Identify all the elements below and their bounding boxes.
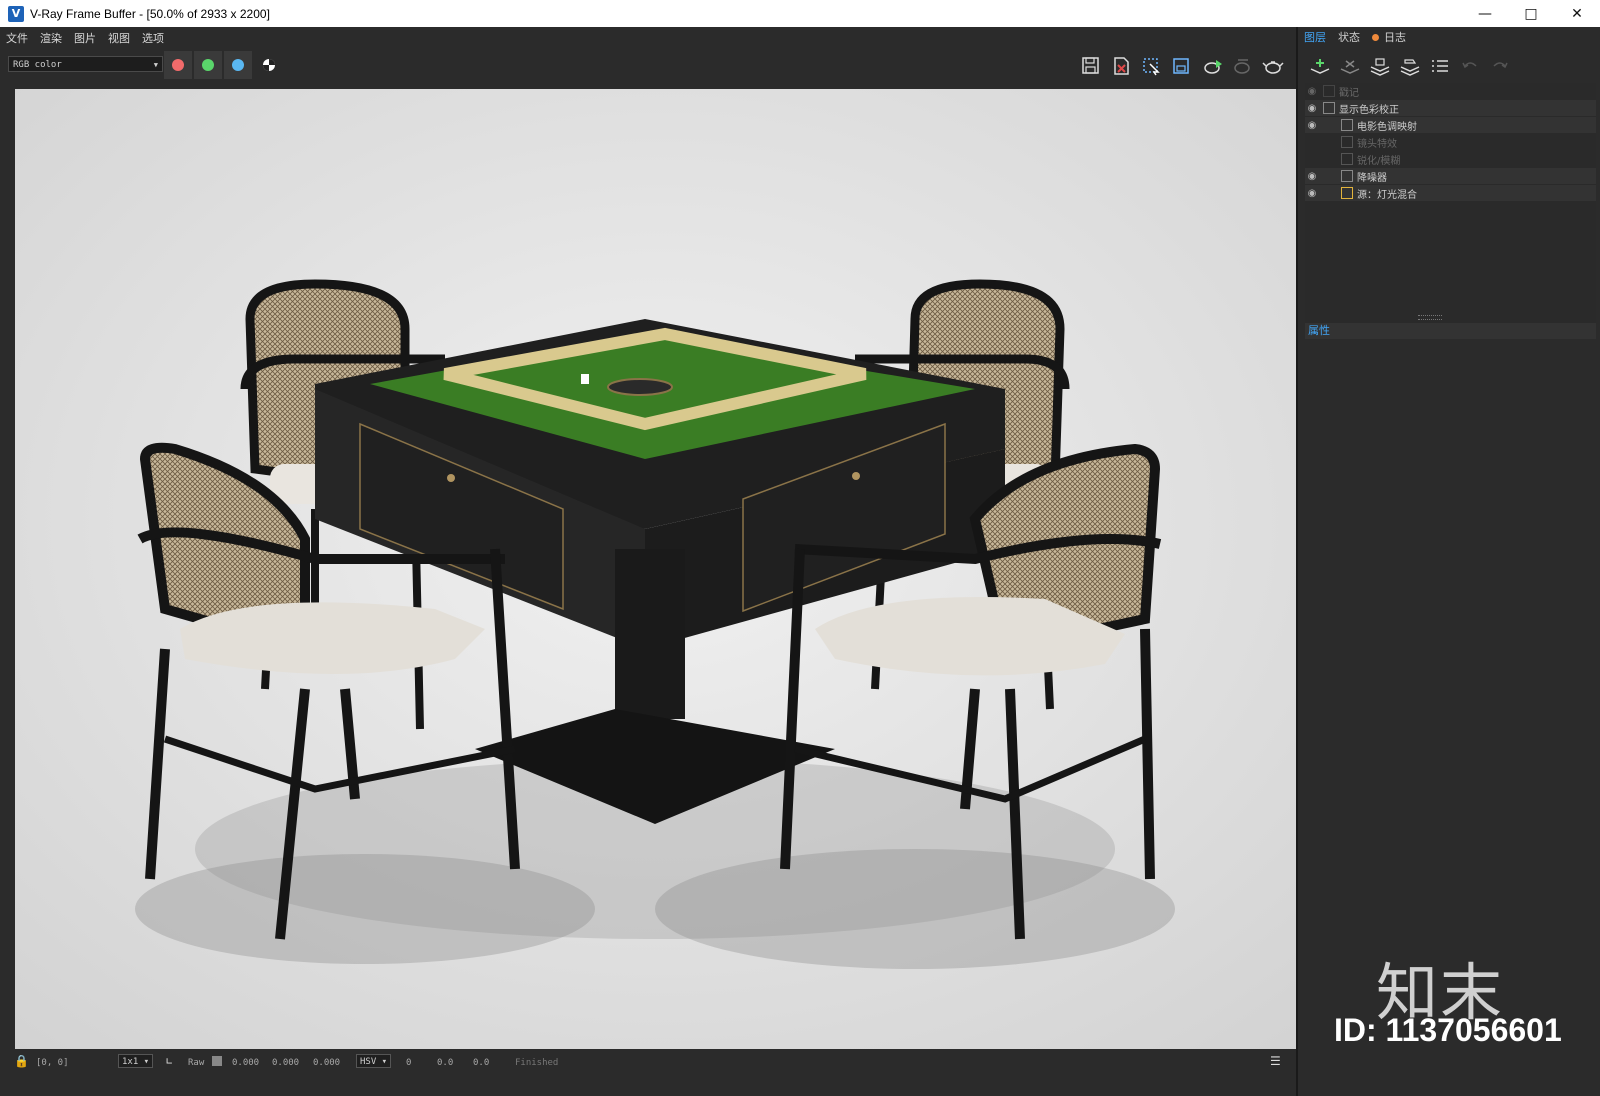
menu-file[interactable]: 文件	[0, 30, 34, 46]
render-last-icon[interactable]	[1232, 55, 1254, 77]
layer-label: 戳记	[1339, 87, 1359, 99]
tab-stats[interactable]: 状态	[1332, 27, 1366, 49]
raw-value-g: 0.000	[272, 1058, 300, 1068]
save-layers-icon[interactable]	[1368, 55, 1392, 79]
coords-readout: [0, 0]	[36, 1058, 69, 1068]
channel-select[interactable]: RGB color ▼	[8, 56, 163, 72]
vray-icon: V	[8, 5, 24, 22]
eye-hidden-icon[interactable]: ◉	[1305, 86, 1319, 97]
add-layer-icon[interactable]	[1308, 55, 1332, 79]
history-icon[interactable]: ☰	[1270, 1054, 1281, 1068]
title-bar: V V-Ray Frame Buffer - [50.0% of 2933 x …	[0, 0, 1600, 27]
chevron-down-icon: ▼	[153, 61, 158, 69]
layer-denoiser[interactable]: ◉ 降噪器	[1305, 168, 1596, 184]
layer-label: 镜头特效	[1357, 138, 1397, 150]
layer-lens-effects[interactable]: 镜头特效	[1305, 134, 1596, 150]
curve-icon: ∟	[166, 1055, 173, 1068]
blue-channel-button[interactable]	[224, 51, 252, 79]
layer-source-lightmix[interactable]: ◉ 源：灯光混合	[1305, 185, 1596, 201]
denoiser-icon	[1341, 170, 1353, 182]
layer-display-correction[interactable]: ◉ 显示色彩校正	[1305, 100, 1596, 116]
layer-list-icon[interactable]	[1428, 55, 1452, 79]
delete-layer-icon[interactable]	[1338, 55, 1362, 79]
maximize-icon[interactable]: □	[1508, 0, 1554, 27]
minimize-icon[interactable]: —	[1462, 0, 1508, 27]
layer-label: 电影色调映射	[1357, 121, 1417, 133]
eye-icon[interactable]: ◉	[1305, 103, 1319, 114]
color-swatch	[212, 1056, 222, 1066]
lock-icon[interactable]: 🔒	[14, 1054, 29, 1068]
sidebar: 图层 状态 日志 ◉ 戳记 ◉ 显示色彩校正 ◉ 电影色调映射 镜头特效 锐化/…	[1296, 27, 1600, 1096]
window-controls: — □ ✕	[1462, 0, 1600, 27]
layer-toolbar	[1308, 55, 1512, 79]
raw-label: Raw	[188, 1058, 205, 1068]
layer-stamp[interactable]: ◉ 戳记	[1305, 83, 1596, 99]
hsv-s: 0.0	[437, 1058, 454, 1068]
raw-value-b: 0.000	[313, 1058, 341, 1068]
panel-splitter[interactable]	[1418, 315, 1442, 320]
sharpen-icon	[1341, 153, 1353, 165]
layer-label: 降噪器	[1357, 172, 1387, 184]
layer-label: 锐化/模糊	[1357, 155, 1401, 167]
blue-dot-icon	[232, 59, 244, 71]
color-mode-value: HSV	[360, 1057, 377, 1067]
layer-label: 显示色彩校正	[1339, 104, 1399, 116]
menu-render[interactable]: 渲染	[34, 30, 68, 46]
properties-header: 属性	[1305, 323, 1596, 339]
layer-checkbox[interactable]	[1323, 85, 1335, 97]
watermark-id: ID: 1137056601	[1334, 1012, 1562, 1048]
layer-sharpen-blur[interactable]: 锐化/模糊	[1305, 151, 1596, 167]
red-channel-button[interactable]	[164, 51, 192, 79]
save-image-icon[interactable]	[1080, 55, 1102, 77]
close-icon[interactable]: ✕	[1554, 0, 1600, 27]
layer-label: 源：灯光混合	[1357, 189, 1417, 201]
toolbar: RGB color ▼	[0, 49, 1322, 81]
channel-select-value: RGB color	[13, 60, 62, 70]
hsv-v: 0.0	[473, 1058, 490, 1068]
menu-image[interactable]: 图片	[68, 30, 102, 46]
lens-effects-icon	[1341, 136, 1353, 148]
interactive-render-icon[interactable]	[1202, 55, 1224, 77]
tonemap-icon	[1341, 119, 1353, 131]
zoom-select[interactable]: 1x1 ▾	[118, 1054, 154, 1068]
eye-icon[interactable]: ◉	[1305, 171, 1319, 182]
lightmix-icon	[1341, 187, 1353, 199]
menu-view[interactable]: 视图	[102, 30, 136, 46]
load-layers-icon[interactable]	[1398, 55, 1422, 79]
render-viewport[interactable]	[0, 81, 1307, 1058]
menu-options[interactable]: 选项	[136, 30, 170, 46]
green-channel-button[interactable]	[194, 51, 222, 79]
zoom-value: 1x1	[122, 1057, 139, 1067]
window-title: V-Ray Frame Buffer - [50.0% of 2933 x 22…	[30, 6, 270, 21]
status-bar: 🔒 [0, 0] 1x1 ▾ ∟ Raw 0.000 0.000 0.000 H…	[0, 1050, 1296, 1096]
undo-icon[interactable]	[1458, 55, 1482, 79]
sidebar-tabs: 图层 状态 日志	[1298, 27, 1600, 49]
hsv-h: 0	[406, 1058, 412, 1068]
clear-image-icon[interactable]	[1110, 55, 1132, 77]
red-dot-icon	[172, 59, 184, 71]
layer-filmic-tonemap[interactable]: ◉ 电影色调映射	[1305, 117, 1596, 133]
color-mode-select[interactable]: HSV ▾	[356, 1054, 392, 1068]
layer-tree: ◉ 戳记 ◉ 显示色彩校正 ◉ 电影色调映射 镜头特效 锐化/模糊 ◉ 降噪器 …	[1305, 83, 1596, 323]
curve-layer-icon	[1323, 102, 1335, 114]
raw-value-r: 0.000	[232, 1058, 260, 1068]
eye-icon[interactable]: ◉	[1305, 188, 1319, 199]
tab-log[interactable]: 日志	[1366, 27, 1412, 49]
redo-icon[interactable]	[1488, 55, 1512, 79]
tab-layers[interactable]: 图层	[1298, 27, 1332, 49]
log-alert-icon	[1372, 34, 1379, 41]
track-mouse-icon[interactable]	[1170, 55, 1192, 77]
region-render-icon[interactable]	[1140, 55, 1162, 77]
rendered-image	[15, 89, 1307, 1049]
green-dot-icon	[202, 59, 214, 71]
menu-bar: 文件 渲染 图片 视图 选项	[0, 27, 1322, 49]
teapot-render-icon[interactable]	[1262, 55, 1284, 77]
render-status: Finished	[515, 1058, 559, 1068]
tab-log-label: 日志	[1384, 31, 1406, 44]
alpha-channel-icon[interactable]	[258, 54, 280, 76]
eye-icon[interactable]: ◉	[1305, 120, 1319, 131]
